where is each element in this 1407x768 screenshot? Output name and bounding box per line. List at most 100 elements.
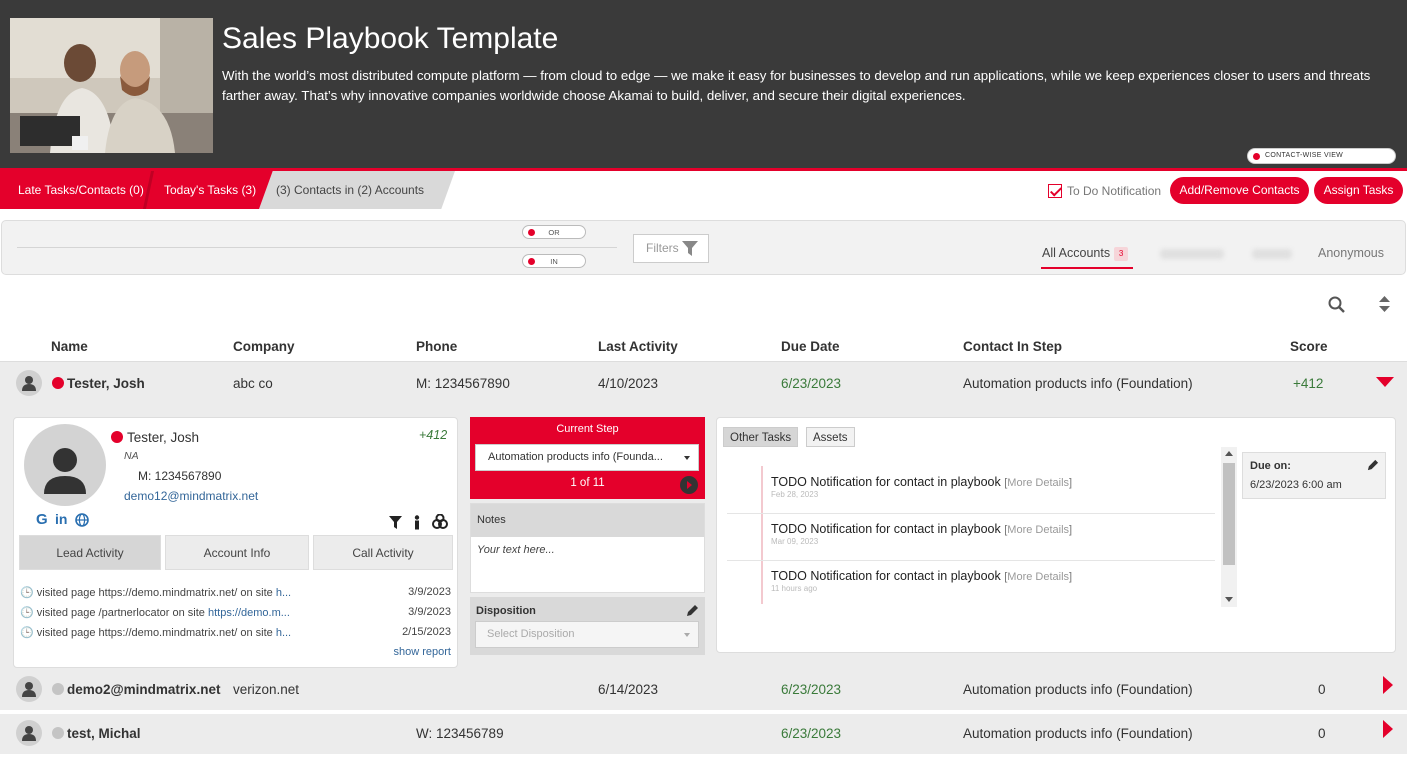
globe-icon[interactable] <box>75 513 89 527</box>
activity-row: 🕒 visited page https://demo.mindmatrix.n… <box>20 586 291 599</box>
scroll-up-icon[interactable] <box>1225 451 1233 456</box>
tab-account-info[interactable]: Account Info <box>165 535 309 570</box>
scrollbar-thumb[interactable] <box>1223 463 1235 565</box>
funnel-icon[interactable] <box>389 516 402 529</box>
tab-contacts-accounts[interactable]: (3) Contacts in (2) Accounts <box>259 171 455 209</box>
activity-text: visited page https://demo.mindmatrix.net… <box>36 627 276 639</box>
disposition-select[interactable]: Select Disposition <box>475 621 699 648</box>
step-cell: Automation products info (Foundation) <box>963 726 1193 741</box>
filters-button[interactable]: Filters <box>633 234 709 263</box>
tab-call-activity[interactable]: Call Activity <box>313 535 453 570</box>
pencil-icon[interactable] <box>1367 459 1379 471</box>
avatar <box>16 720 42 746</box>
task-divider <box>727 560 1215 561</box>
next-step-button[interactable] <box>680 476 698 494</box>
tasks-scrollbar[interactable] <box>1221 447 1237 607</box>
todo-notification-checkbox[interactable] <box>1048 184 1062 198</box>
contact-name[interactable]: test, Michal <box>67 726 141 741</box>
tab-lead-activity[interactable]: Lead Activity <box>19 535 161 570</box>
person-icon <box>44 448 86 494</box>
add-remove-contacts-button[interactable]: Add/Remove Contacts <box>1170 177 1309 204</box>
detail-email[interactable]: demo12@mindmatrix.net <box>124 489 258 503</box>
table-row[interactable]: Tester, Josh abc co M: 1234567890 4/10/2… <box>0 362 1407 404</box>
tab-late-tasks[interactable]: Late Tasks/Contacts (0) <box>0 171 160 209</box>
chevron-down-icon <box>684 456 690 460</box>
task-item[interactable]: TODO Notification for contact in playboo… <box>771 569 1072 583</box>
more-details-link[interactable]: More Details <box>1007 477 1069 489</box>
contact-name[interactable]: demo2@mindmatrix.net <box>67 682 220 697</box>
step-cell: Automation products info (Foundation) <box>963 682 1193 697</box>
person-standing-icon[interactable] <box>413 515 421 530</box>
assign-tasks-button[interactable]: Assign Tasks <box>1314 177 1403 204</box>
contact-card: Tester, Josh +412 NA M: 1234567890 demo1… <box>13 417 458 668</box>
notes-title: Notes <box>471 504 704 537</box>
step-select-value: Automation products info (Founda... <box>488 451 663 463</box>
step-counter: 1 of 11 <box>570 477 605 489</box>
expand-row-icon[interactable] <box>1383 676 1393 694</box>
task-item[interactable]: TODO Notification for contact in playboo… <box>771 475 1072 489</box>
phone-cell: W: 123456789 <box>416 726 504 741</box>
person-icon <box>22 726 36 741</box>
table-row[interactable]: test, Michal W: 123456789 6/23/2023 Auto… <box>0 714 1407 754</box>
tab-assets[interactable]: Assets <box>806 427 855 447</box>
col-header-contact-in-step[interactable]: Contact In Step <box>963 339 1062 354</box>
contact-wise-view-toggle[interactable]: CONTACT-WISE VIEW <box>1247 148 1396 164</box>
task-item[interactable]: TODO Notification for contact in playboo… <box>771 522 1072 536</box>
google-icon[interactable]: G <box>36 511 48 528</box>
more-details-link[interactable]: More Details <box>1007 571 1069 583</box>
cogs-icon[interactable] <box>432 514 448 529</box>
in-toggle[interactable]: IN <box>522 254 586 268</box>
task-title: TODO Notification for contact in playboo… <box>771 569 1001 583</box>
more-details-link[interactable]: More Details <box>1007 524 1069 536</box>
col-header-phone[interactable]: Phone <box>416 339 457 354</box>
col-header-last-activity[interactable]: Last Activity <box>598 339 678 354</box>
task-title: TODO Notification for contact in playboo… <box>771 522 1001 536</box>
or-toggle-label: OR <box>548 228 560 237</box>
tab-blurred-1[interactable] <box>1160 249 1224 259</box>
scroll-down-icon[interactable] <box>1225 597 1233 602</box>
tab-todays-tasks[interactable]: Today's Tasks (3) <box>148 171 273 209</box>
collapse-row-icon[interactable] <box>1376 377 1394 387</box>
col-header-company[interactable]: Company <box>233 339 295 354</box>
table-row[interactable]: demo2@mindmatrix.net verizon.net 6/14/20… <box>0 670 1407 710</box>
col-header-score[interactable]: Score <box>1290 339 1328 354</box>
sort-icon[interactable] <box>1379 296 1390 312</box>
notes-panel: Notes Your text here... <box>470 503 705 593</box>
expand-row-icon[interactable] <box>1383 720 1393 738</box>
notes-textarea[interactable]: Your text here... <box>477 544 555 556</box>
tab-blurred-2[interactable] <box>1252 249 1292 259</box>
step-cell: Automation products info (Foundation) <box>963 376 1193 391</box>
activity-text: visited page https://demo.mindmatrix.net… <box>36 587 276 599</box>
activity-site[interactable]: https://demo.m... <box>208 607 290 619</box>
activity-site[interactable]: h... <box>276 627 291 639</box>
contact-name[interactable]: Tester, Josh <box>67 376 145 391</box>
activity-site[interactable]: h... <box>276 587 291 599</box>
all-accounts-count: 3 <box>1114 246 1129 261</box>
tab-anonymous[interactable]: Anonymous <box>1318 246 1384 260</box>
step-select[interactable]: Automation products info (Founda... <box>475 444 699 471</box>
pencil-icon[interactable] <box>686 604 699 617</box>
task-time: Mar 09, 2023 <box>771 537 819 546</box>
page-header: Sales Playbook Template With the world’s… <box>0 0 1407 170</box>
chevron-down-icon <box>684 633 690 637</box>
show-report-link[interactable]: show report <box>394 646 451 658</box>
tab-all-accounts[interactable]: All Accounts 3 <box>1042 246 1129 261</box>
detail-title: NA <box>124 450 139 462</box>
detail-score: +412 <box>419 428 448 442</box>
tab-other-tasks[interactable]: Other Tasks <box>723 427 799 447</box>
task-divider <box>727 513 1215 514</box>
current-step-panel: Current Step Automation products info (F… <box>470 417 705 499</box>
last-activity-cell: 4/10/2023 <box>598 376 659 391</box>
person-icon <box>22 682 36 697</box>
col-header-due-date[interactable]: Due Date <box>781 339 840 354</box>
linkedin-icon[interactable]: in <box>55 511 67 527</box>
page-description: With the world’s most distributed comput… <box>222 68 1371 103</box>
due-on-box: Due on: 6/23/2023 6:00 am <box>1242 452 1386 499</box>
page-title: Sales Playbook Template <box>222 22 559 55</box>
todo-notification-label: To Do Notification <box>1067 184 1162 198</box>
col-header-name[interactable]: Name <box>51 339 88 354</box>
active-tab-underline <box>1041 267 1133 269</box>
task-title: TODO Notification for contact in playboo… <box>771 475 1001 489</box>
search-icon[interactable] <box>1328 296 1345 313</box>
or-toggle[interactable]: OR <box>522 225 586 239</box>
